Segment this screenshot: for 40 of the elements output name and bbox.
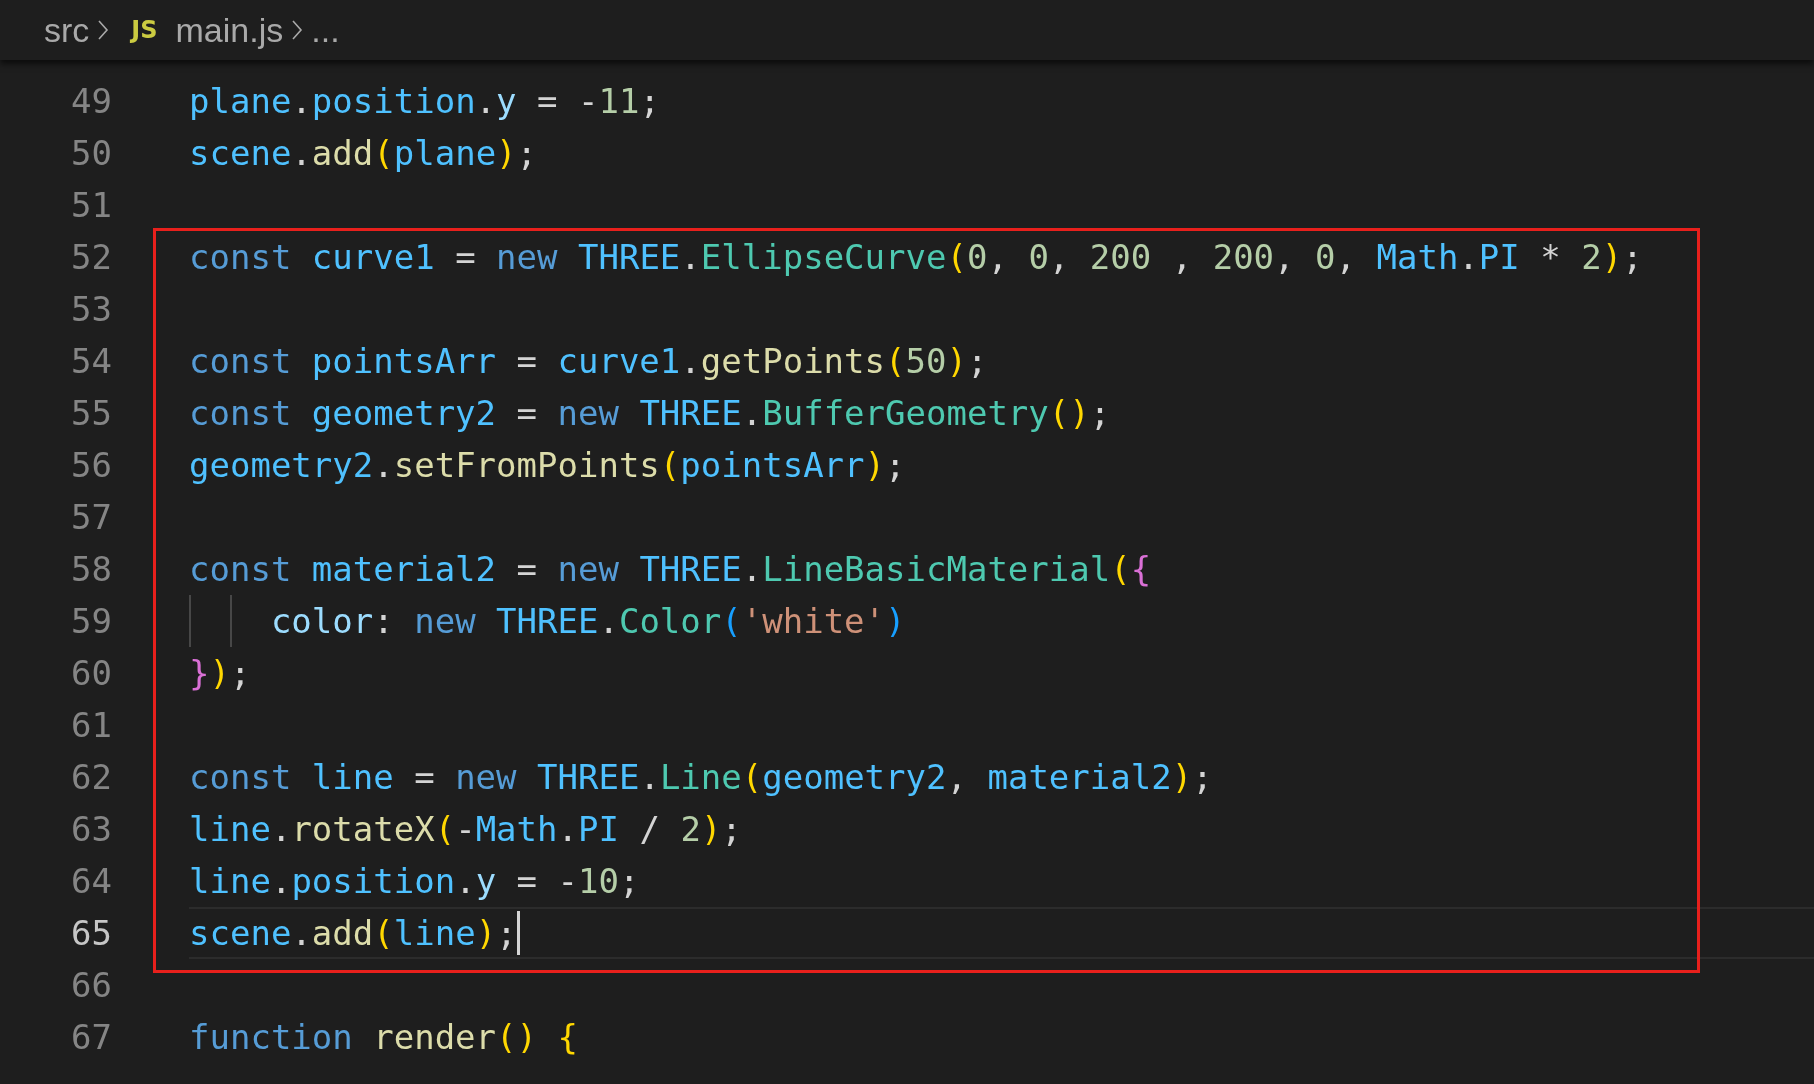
line-number: 63 xyxy=(71,808,112,851)
breadcrumb-folder[interactable]: src xyxy=(44,10,90,50)
text-cursor xyxy=(516,911,520,955)
code-line: const pointsArr = curve1.getPoints(50); xyxy=(189,340,988,383)
chevron-icon xyxy=(291,19,304,41)
code-line: function render() { xyxy=(189,1016,578,1059)
line-number: 51 xyxy=(71,184,112,227)
breadcrumb-more[interactable]: ... xyxy=(311,10,340,50)
line-number: 66 xyxy=(71,964,112,1007)
code-line: line.position.y = -10; xyxy=(189,860,640,903)
code-line: plane.position.y = -11; xyxy=(189,80,660,123)
line-number: 58 xyxy=(71,548,112,591)
line-number: 57 xyxy=(71,496,112,539)
code-line: const material2 = new THREE.LineBasicMaterial({ xyxy=(189,548,1152,591)
file-type-icon: JS xyxy=(131,16,158,44)
code-line: }); xyxy=(189,652,251,695)
line-number: 49 xyxy=(71,80,112,123)
line-number: 56 xyxy=(71,444,112,487)
line-number: 50 xyxy=(71,132,112,175)
code-line: const geometry2 = new THREE.BufferGeometry(); xyxy=(189,392,1111,435)
line-number: 55 xyxy=(71,392,112,435)
line-number: 65 xyxy=(71,912,112,955)
line-number: 62 xyxy=(71,756,112,799)
code-line: const curve1 = new THREE.EllipseCurve(0, 0, 200 , 200, 0, Math.PI * 2); xyxy=(189,236,1643,279)
line-number: 64 xyxy=(71,860,112,903)
code-line: geometry2.setFromPoints(pointsArr); xyxy=(189,444,906,487)
chevron-icon xyxy=(97,19,110,41)
code-line: color: new THREE.Color('white') xyxy=(270,600,906,643)
line-number: 67 xyxy=(71,1016,112,1059)
code-line: scene.add(plane); xyxy=(189,132,538,175)
line-number: 54 xyxy=(71,340,112,383)
code-line: const line = new THREE.Line(geometry2, material2); xyxy=(189,756,1213,799)
line-number: 59 xyxy=(71,600,112,643)
code-line: line.rotateX(-Math.PI / 2); xyxy=(189,808,742,851)
line-number: 60 xyxy=(71,652,112,695)
line-number: 53 xyxy=(71,288,112,331)
line-number: 61 xyxy=(71,704,112,747)
code-line: scene.add(line); xyxy=(189,912,517,955)
breadcrumb-file[interactable]: main.js xyxy=(175,10,284,50)
line-number: 52 xyxy=(71,236,112,279)
